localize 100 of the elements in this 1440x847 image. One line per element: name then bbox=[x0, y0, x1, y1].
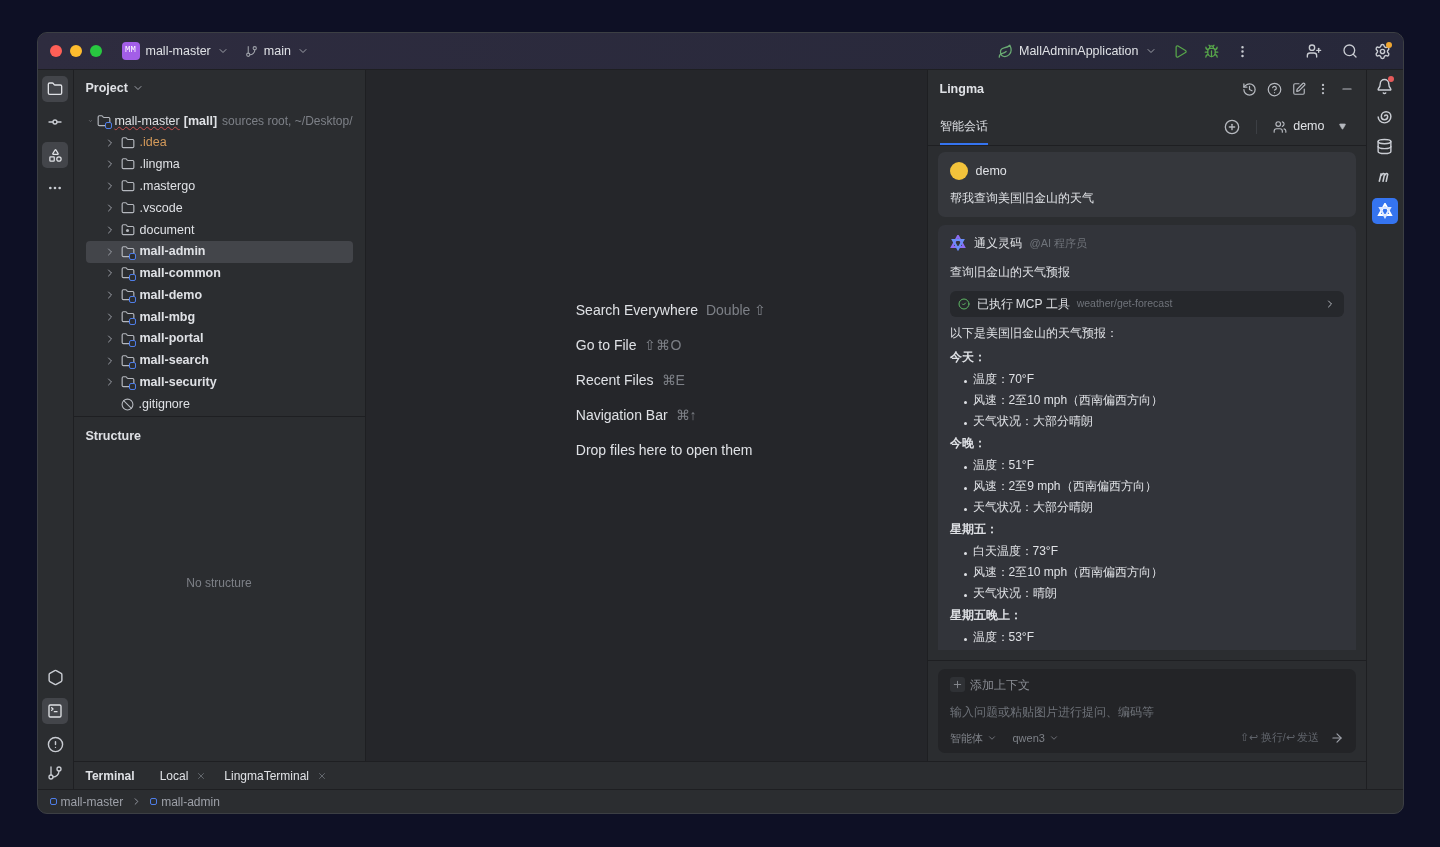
section-heading: 星期五晚上： bbox=[949, 606, 1023, 624]
breadcrumb[interactable]: mall-master bbox=[49, 792, 124, 811]
minimize-window-button[interactable] bbox=[69, 45, 82, 57]
close-window-button[interactable] bbox=[49, 45, 62, 57]
shortcut-text: ⌘E bbox=[661, 371, 685, 390]
tree-item[interactable]: .mastergo bbox=[85, 175, 353, 198]
notifications-icon[interactable] bbox=[1376, 78, 1393, 95]
module-folder-icon bbox=[120, 244, 135, 259]
lingma-tool-button[interactable] bbox=[1371, 198, 1398, 224]
tree-item[interactable]: mall-admin bbox=[85, 240, 353, 263]
tree-item-label: .lingma bbox=[139, 156, 180, 174]
terminal-tab[interactable]: LingmaTerminal bbox=[224, 766, 309, 785]
breadcrumb[interactable]: mall-admin bbox=[150, 792, 220, 811]
tree-item[interactable]: mall-security bbox=[85, 371, 353, 394]
history-icon[interactable] bbox=[1241, 81, 1257, 97]
section-heading: 星期五： bbox=[949, 520, 999, 538]
author-name: 通义灵码 bbox=[973, 234, 1022, 252]
help-icon[interactable] bbox=[1266, 81, 1282, 97]
zoom-window-button[interactable] bbox=[89, 45, 102, 57]
tree-item[interactable]: .gitignore bbox=[85, 393, 353, 416]
close-icon[interactable] bbox=[196, 770, 207, 781]
branch-icon bbox=[244, 44, 258, 58]
tool-name: weather/get-forecast bbox=[1076, 295, 1173, 311]
panel-title: Structure bbox=[85, 427, 142, 445]
services-icon[interactable] bbox=[46, 669, 64, 686]
model-dropdown[interactable]: qwen3 bbox=[1012, 729, 1059, 746]
author-name: demo bbox=[975, 163, 1007, 180]
tree-item[interactable]: mall-common bbox=[85, 262, 353, 285]
add-user-icon[interactable] bbox=[1305, 43, 1322, 59]
send-hint: ⇧↩ 换行/↩ 发送 bbox=[1239, 729, 1320, 745]
tree-item[interactable]: mall-portal bbox=[85, 327, 353, 350]
tree-item[interactable]: mall-search bbox=[85, 349, 353, 372]
tree-item[interactable]: .vscode bbox=[85, 197, 353, 219]
shortcut-text: Double ⇧ bbox=[705, 301, 767, 320]
tree-item[interactable]: .lingma bbox=[85, 153, 353, 176]
new-chat-icon[interactable] bbox=[1224, 118, 1241, 135]
terminal-tool-button[interactable] bbox=[42, 698, 68, 724]
list-item-text: 温度：70°F bbox=[972, 371, 1034, 389]
caret-icon bbox=[1338, 123, 1346, 130]
database-icon[interactable] bbox=[1376, 138, 1393, 155]
list-item-text: 天气状况：大部分晴朗 bbox=[972, 499, 1093, 517]
tree-item[interactable]: mall-demo bbox=[85, 284, 353, 307]
send-icon[interactable] bbox=[1329, 730, 1344, 745]
tool-call-row[interactable]: 已执行 MCP 工具 weather/get-forecast bbox=[949, 290, 1344, 317]
problems-icon[interactable] bbox=[46, 736, 64, 753]
run-config-name: MallAdminApplication bbox=[1019, 42, 1139, 60]
spiral-icon[interactable] bbox=[1376, 108, 1393, 125]
user-switcher[interactable]: demo bbox=[1273, 117, 1346, 136]
tree-item-label: .idea bbox=[139, 134, 167, 152]
debug-icon[interactable] bbox=[1203, 43, 1219, 59]
project-tool-button[interactable] bbox=[42, 76, 68, 102]
run-configuration[interactable]: MallAdminApplication bbox=[998, 41, 1157, 61]
project-badge: MM bbox=[121, 42, 140, 60]
shortcut-text: ⌘↑ bbox=[675, 406, 697, 425]
module-folder-icon bbox=[97, 113, 112, 128]
chat-input-field[interactable]: 输入问题或粘贴图片进行提问、编码等 bbox=[949, 702, 1344, 721]
module-folder-icon bbox=[120, 353, 135, 368]
folder-icon bbox=[120, 201, 135, 216]
shapes-icon bbox=[47, 147, 63, 163]
tree-item[interactable]: mall-mbg bbox=[85, 306, 353, 328]
search-icon[interactable] bbox=[1341, 43, 1358, 59]
tree-root-row[interactable]: mall-master [mall] sources root, ~/Desktop/ bbox=[85, 110, 353, 132]
tree-item[interactable]: .idea bbox=[85, 131, 353, 154]
run-icon[interactable] bbox=[1172, 43, 1188, 59]
tree-item-label: .gitignore bbox=[138, 395, 190, 413]
tree-item-label: mall-search bbox=[139, 352, 209, 370]
tree-item-label: mall-security bbox=[139, 374, 217, 392]
structure-tool-button[interactable] bbox=[42, 142, 68, 168]
root-name: mall-master bbox=[114, 112, 180, 130]
tree-item-label: .mastergo bbox=[139, 177, 196, 195]
chat-tab[interactable]: 智能会话 bbox=[939, 108, 988, 145]
module-folder-icon bbox=[120, 331, 135, 346]
users-icon bbox=[1273, 119, 1288, 134]
close-icon[interactable] bbox=[317, 770, 327, 781]
assistant-logo-icon bbox=[949, 234, 966, 251]
list-item-text: 风速：2至9 mph（西南偏西方向） bbox=[972, 478, 1157, 496]
avatar bbox=[949, 162, 968, 181]
project-switcher[interactable]: MM mall-master bbox=[121, 41, 229, 61]
tree-item[interactable]: document bbox=[85, 219, 353, 241]
terminal-tab[interactable]: Local bbox=[159, 766, 189, 785]
add-context-button[interactable]: 添加上下文 bbox=[949, 675, 1344, 694]
hint-action: Drop files here to open them bbox=[575, 441, 753, 460]
tree-item-label: mall-mbg bbox=[139, 308, 196, 326]
list-item-text: 天气状况：大部分晴朗 bbox=[972, 413, 1093, 431]
tool-window-title: Terminal bbox=[85, 767, 135, 785]
tree-item-label: document bbox=[139, 221, 195, 239]
message-text: 帮我查询美国旧金山的天气 bbox=[949, 189, 1095, 207]
panel-title: Lingma bbox=[939, 80, 984, 98]
module-folder-icon bbox=[120, 310, 135, 325]
empty-message: No structure bbox=[186, 575, 252, 592]
settings-icon[interactable] bbox=[1373, 42, 1391, 60]
edit-icon[interactable] bbox=[1291, 82, 1306, 96]
terminal-icon bbox=[47, 703, 63, 719]
section-heading: 今天： bbox=[949, 348, 987, 366]
folder-icon bbox=[120, 157, 135, 172]
git-icon[interactable] bbox=[47, 765, 63, 781]
folder-icon bbox=[120, 135, 135, 150]
agent-dropdown[interactable]: 智能体 bbox=[949, 729, 997, 746]
branch-name: main bbox=[263, 42, 291, 60]
branch-switcher[interactable]: main bbox=[244, 41, 309, 61]
